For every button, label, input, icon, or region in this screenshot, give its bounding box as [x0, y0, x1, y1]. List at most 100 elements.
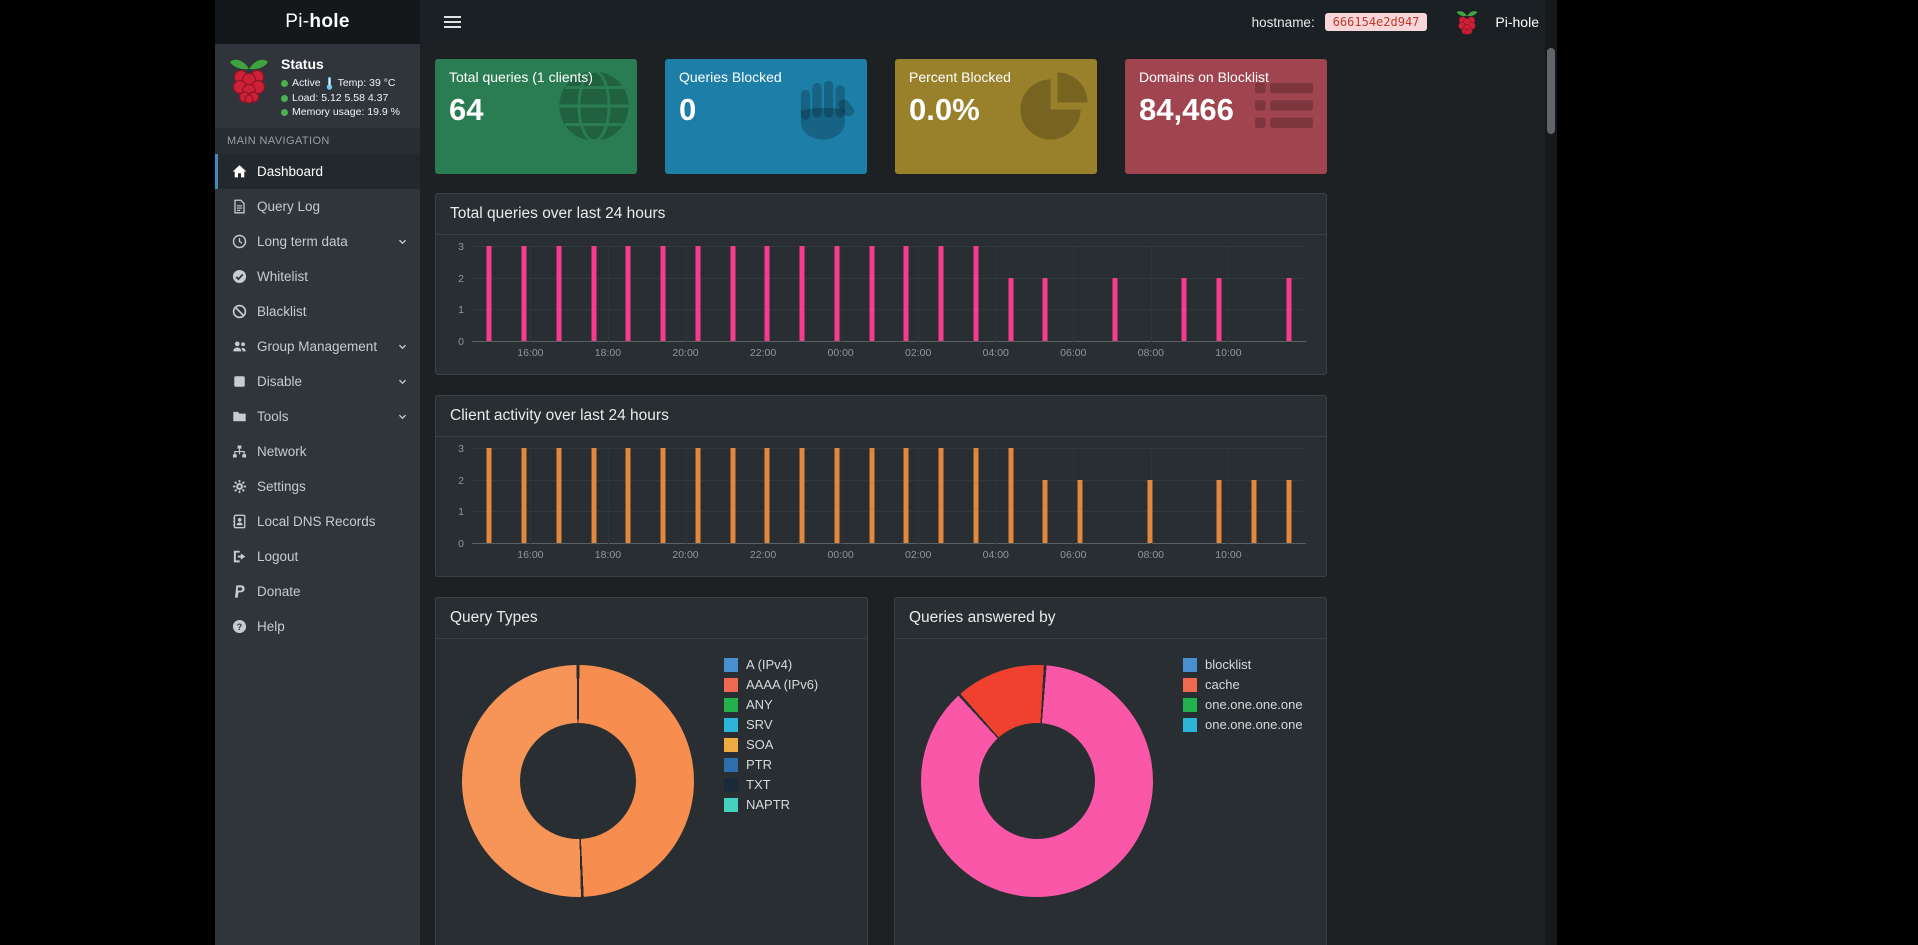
- bar[interactable]: [486, 448, 492, 543]
- bar[interactable]: [695, 246, 701, 341]
- address-book-icon: [229, 514, 249, 529]
- bar[interactable]: [938, 448, 944, 543]
- total-queries-chart[interactable]: 0 1 2 3 16:00 18:00 20:00 22:00 00:00 02:00 04:00 0…: [442, 241, 1314, 366]
- sidebar-item-network[interactable]: Network: [215, 434, 420, 469]
- bar[interactable]: [730, 448, 736, 543]
- h-gridline: [472, 246, 1306, 247]
- y-tick-label: 3: [458, 443, 464, 455]
- legend-item-naptr[interactable]: NAPTR: [724, 797, 818, 812]
- bar[interactable]: [660, 448, 666, 543]
- sidebar-item-label: Donate: [257, 584, 301, 599]
- sidebar-item-query-log[interactable]: Query Log: [215, 189, 420, 224]
- bar[interactable]: [834, 448, 840, 543]
- bar[interactable]: [486, 246, 492, 341]
- stat-card-percent-blocked[interactable]: Percent Blocked 0.0%: [895, 59, 1097, 174]
- stat-card-title: Percent Blocked: [909, 69, 1011, 85]
- brand-prefix: Pi-: [285, 11, 310, 32]
- bar[interactable]: [1286, 277, 1292, 341]
- stat-card-value: 0: [679, 92, 697, 127]
- sidebar-item-local-dns-records[interactable]: Local DNS Records: [215, 504, 420, 539]
- bar[interactable]: [938, 246, 944, 341]
- sidebar-item-disable[interactable]: Disable: [215, 364, 420, 399]
- bar[interactable]: [521, 448, 527, 543]
- y-tick-label: 2: [458, 474, 464, 487]
- legend-item-srv[interactable]: SRV: [724, 717, 818, 732]
- sidebar-item-group-management[interactable]: Group Management: [215, 329, 420, 364]
- sidebar-item-donate[interactable]: Donate: [215, 574, 420, 609]
- sidebar-item-whitelist[interactable]: Whitelist: [215, 259, 420, 294]
- bar[interactable]: [660, 246, 666, 341]
- bar[interactable]: [799, 448, 805, 543]
- sidebar-toggle-icon[interactable]: [432, 6, 473, 38]
- navbar-brand-text[interactable]: Pi-hole: [1495, 14, 1539, 30]
- bar[interactable]: [1112, 277, 1118, 341]
- sidebar-item-logout[interactable]: Logout: [215, 539, 420, 574]
- x-tick-label: 22:00: [749, 347, 777, 359]
- scrollbar-thumb[interactable]: [1547, 48, 1555, 134]
- bar[interactable]: [521, 246, 527, 341]
- donut-chart[interactable]: [921, 665, 1153, 897]
- bar[interactable]: [1042, 479, 1048, 543]
- bar[interactable]: [556, 448, 562, 543]
- bar[interactable]: [869, 246, 875, 341]
- bar[interactable]: [973, 448, 979, 543]
- chevron-down-icon: [397, 376, 408, 387]
- bar[interactable]: [1008, 448, 1014, 543]
- legend-item-soa[interactable]: SOA: [724, 737, 818, 752]
- legend-label: SRV: [746, 717, 773, 732]
- bar[interactable]: [1286, 479, 1292, 543]
- donut-chart[interactable]: [462, 665, 694, 897]
- legend-item-a-ipv4[interactable]: A (IPv4): [724, 657, 818, 672]
- sidebar-item-settings[interactable]: Settings: [215, 469, 420, 504]
- sidebar-item-tools[interactable]: Tools: [215, 399, 420, 434]
- bar[interactable]: [973, 246, 979, 341]
- bar[interactable]: [1181, 277, 1187, 341]
- legend-item-any[interactable]: ANY: [724, 697, 818, 712]
- bar[interactable]: [1251, 479, 1257, 543]
- bar[interactable]: [869, 448, 875, 543]
- legend-swatch: [1183, 697, 1197, 712]
- bar[interactable]: [695, 448, 701, 543]
- bar[interactable]: [556, 246, 562, 341]
- bar[interactable]: [625, 448, 631, 543]
- file-icon: [229, 199, 249, 214]
- sidebar-item-long-term-data[interactable]: Long term data: [215, 224, 420, 259]
- y-tick-label: 1: [458, 506, 464, 519]
- bar[interactable]: [730, 246, 736, 341]
- bar[interactable]: [591, 448, 597, 543]
- bar[interactable]: [591, 246, 597, 341]
- legend-swatch: [1183, 657, 1197, 672]
- bar[interactable]: [834, 246, 840, 341]
- legend-item-blocklist[interactable]: blocklist: [1183, 657, 1303, 672]
- legend-item-txt[interactable]: TXT: [724, 777, 818, 792]
- legend-item-ptr[interactable]: PTR: [724, 757, 818, 772]
- bar[interactable]: [1147, 479, 1153, 543]
- stat-card-queries-blocked[interactable]: Queries Blocked 0: [665, 59, 867, 174]
- bar[interactable]: [1216, 479, 1222, 543]
- bar[interactable]: [799, 246, 805, 341]
- bar[interactable]: [764, 448, 770, 543]
- sidebar-item-dashboard[interactable]: Dashboard: [215, 154, 420, 189]
- bar[interactable]: [1216, 277, 1222, 341]
- bar[interactable]: [1077, 479, 1083, 543]
- legend-item-cache[interactable]: cache: [1183, 677, 1303, 692]
- app-logo[interactable]: Pi-hole: [215, 0, 420, 44]
- stat-card-domains-on-blocklist[interactable]: Domains on Blocklist 84,466: [1125, 59, 1327, 174]
- bar[interactable]: [1042, 277, 1048, 341]
- legend-item-one-one-one-one[interactable]: one.one.one.one: [1183, 717, 1303, 732]
- sidebar-item-help[interactable]: ? Help: [215, 609, 420, 644]
- bar[interactable]: [625, 246, 631, 341]
- legend-item-one-one-one-one[interactable]: one.one.one.one: [1183, 697, 1303, 712]
- bar[interactable]: [903, 246, 909, 341]
- bar[interactable]: [764, 246, 770, 341]
- x-tick-label: 18:00: [594, 549, 622, 561]
- bar[interactable]: [903, 448, 909, 543]
- chevron-down-icon: [397, 411, 408, 422]
- screen: Pi-hole hostname: 666154e2d947 Pi-hole S…: [0, 0, 1918, 945]
- stat-card-total-queries-1-clients[interactable]: Total queries (1 clients) 64: [435, 59, 637, 174]
- sidebar-item-blacklist[interactable]: Blacklist: [215, 294, 420, 329]
- bar[interactable]: [1008, 277, 1014, 341]
- scrollbar-track[interactable]: [1545, 0, 1557, 945]
- client-activity-chart[interactable]: 0 1 2 3 16:00 18:00 20:00 22:00 00:00 02:00 04:00 0…: [442, 443, 1314, 568]
- legend-item-aaaa-ipv6[interactable]: AAAA (IPv6): [724, 677, 818, 692]
